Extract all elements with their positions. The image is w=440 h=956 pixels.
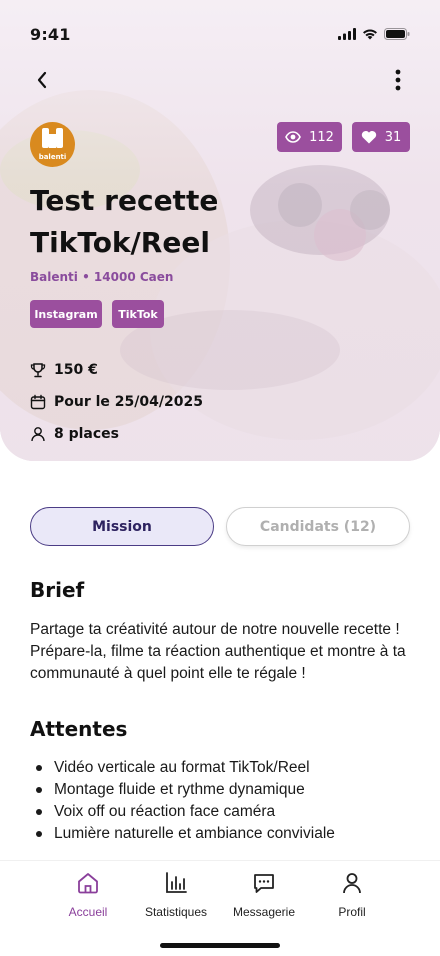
list-item: Voix off ou réaction face caméra [36, 801, 335, 823]
tab-candidates[interactable]: Candidats (12) [226, 507, 410, 546]
attentes-list: Vidéo verticale au format TikTok/Reel Mo… [36, 757, 335, 845]
list-item: Montage fluide et rythme dynamique [36, 779, 335, 801]
list-item-text: Voix off ou réaction face caméra [54, 803, 276, 820]
nav-item-profil[interactable]: Profil [308, 869, 396, 919]
places-value: 8 places [54, 426, 120, 442]
list-item: Lumière naturelle et ambiance conviviale [36, 823, 335, 845]
brief-text: Partage ta créativité autour de notre no… [30, 621, 406, 682]
home-icon [44, 869, 132, 897]
nav-item-messagerie[interactable]: Messagerie [220, 869, 308, 919]
chevron-left-icon [37, 71, 47, 89]
wifi-icon [363, 29, 377, 40]
likes-badge[interactable]: 31 [352, 122, 410, 152]
bar-chart-icon [132, 869, 220, 897]
views-count: 112 [309, 129, 334, 145]
nav-item-statistiques[interactable]: Statistiques [132, 869, 220, 919]
bullet-icon [36, 787, 42, 793]
home-indicator[interactable] [160, 943, 280, 948]
prize-row: 150 € [30, 362, 98, 378]
eye-icon [285, 131, 301, 143]
bullet-icon [36, 765, 42, 771]
likes-count: 31 [384, 129, 402, 145]
brief-heading: Brief [30, 578, 85, 602]
deadline-row: Pour le 25/04/2025 [30, 394, 203, 410]
user-icon [308, 869, 396, 897]
nav-label: Profil [338, 905, 366, 919]
back-button[interactable] [28, 66, 56, 94]
brand-logo[interactable]: balenti [30, 122, 75, 167]
prize-value: 150 € [54, 362, 98, 378]
tag-instagram: Instagram [30, 300, 102, 328]
status-icons [338, 28, 410, 40]
brand-location: Balenti • 14000 Caen [30, 270, 174, 284]
brand-logo-text: balenti [38, 153, 67, 161]
more-options-button[interactable] [384, 66, 412, 94]
more-vertical-icon [395, 69, 401, 91]
status-time: 9:41 [30, 25, 71, 44]
tab-mission[interactable]: Mission [30, 507, 214, 546]
list-item: Vidéo verticale au format TikTok/Reel [36, 757, 335, 779]
deadline-value: Pour le 25/04/2025 [54, 394, 203, 410]
nav-label: Statistiques [144, 905, 208, 919]
views-badge: 112 [277, 122, 342, 152]
bottom-navigation: Accueil Statistiques Messagerie Profil [0, 860, 440, 956]
message-icon [220, 869, 308, 897]
nav-label: Accueil [68, 905, 108, 919]
nav-item-accueil[interactable]: Accueil [44, 869, 132, 919]
attentes-heading: Attentes [30, 717, 128, 741]
tag-tiktok: TikTok [112, 300, 164, 328]
list-item-text: Lumière naturelle et ambiance conviviale [54, 825, 335, 842]
battery-icon [384, 28, 410, 40]
heart-icon [361, 130, 376, 144]
trophy-icon [30, 362, 46, 378]
list-item-text: Vidéo verticale au format TikTok/Reel [54, 759, 310, 776]
cellular-signal-icon [338, 28, 356, 40]
calendar-icon [30, 394, 46, 410]
page-title: Test recette TikTok/Reel [30, 184, 219, 259]
bullet-icon [36, 831, 42, 837]
nav-label: Messagerie [232, 905, 296, 919]
places-row: 8 places [30, 426, 119, 442]
bullet-icon [36, 809, 42, 815]
list-item-text: Montage fluide et rythme dynamique [54, 781, 305, 798]
user-icon [30, 426, 46, 442]
